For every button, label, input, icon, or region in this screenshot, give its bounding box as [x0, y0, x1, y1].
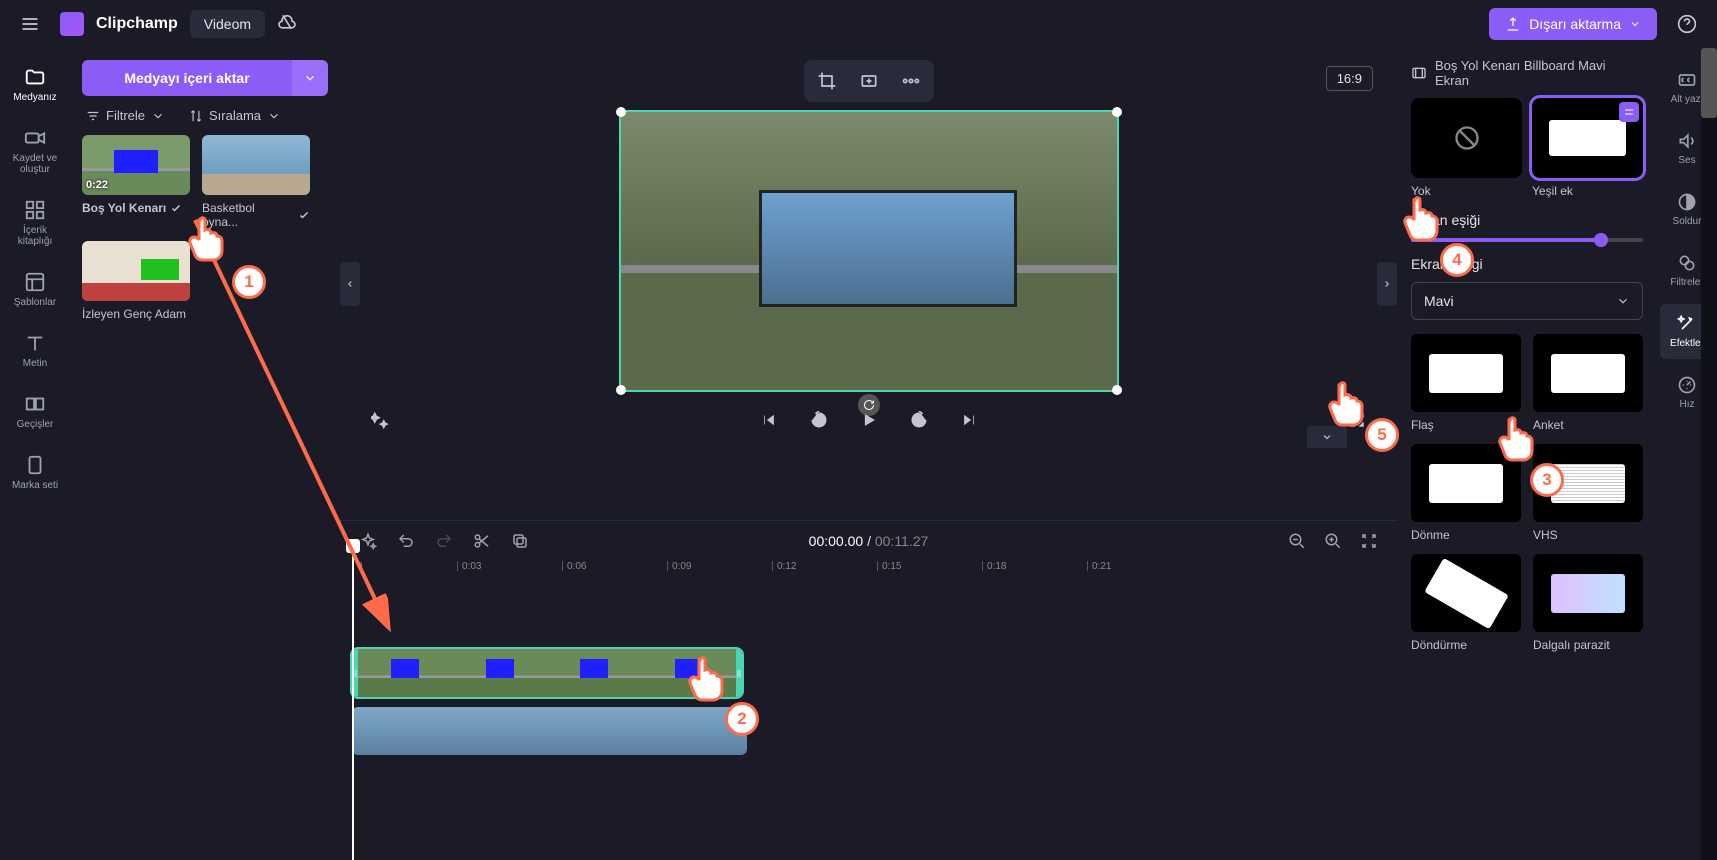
zoom-in-button[interactable] — [1321, 529, 1345, 553]
fx-spin[interactable] — [1411, 444, 1521, 522]
sidebar-item-brandkit[interactable]: Marka seti — [5, 444, 65, 501]
top-bar: Clipchamp Videom Dışarı aktarma — [0, 0, 1717, 48]
redo-button[interactable] — [432, 529, 456, 553]
skip-end-button[interactable] — [953, 404, 985, 436]
left-sidebar: Medyanız Kaydet ve oluştur İçerik kitapl… — [0, 48, 70, 860]
export-button[interactable]: Dışarı aktarma — [1489, 8, 1657, 40]
media-thumbnail[interactable]: 0:22 — [82, 135, 190, 195]
threshold-slider[interactable] — [1411, 238, 1643, 242]
sidebar-item-text[interactable]: Metin — [5, 322, 65, 379]
copy-button[interactable] — [508, 529, 532, 553]
tracks-area[interactable]: || || — [340, 587, 1397, 860]
media-thumbnail[interactable]: 0:16 — [202, 135, 310, 195]
export-label: Dışarı aktarma — [1529, 16, 1621, 32]
player-controls — [340, 392, 1397, 448]
chevron-down-icon — [1616, 294, 1630, 308]
color-label: Ekran rengi — [1411, 256, 1643, 272]
media-item[interactable]: 0:22 Boş Yol Kenarı — [82, 135, 190, 229]
effect-none-option[interactable] — [1411, 98, 1522, 178]
effect-settings-button[interactable] — [1619, 102, 1639, 122]
media-thumbnail[interactable]: 0:15 — [82, 241, 190, 301]
fx-glitch[interactable] — [1533, 554, 1643, 632]
sidebar-item-label: Marka seti — [12, 480, 58, 491]
crop-button[interactable] — [812, 66, 842, 96]
sidebar-item-record[interactable]: Kaydet ve oluştur — [5, 117, 65, 185]
resize-handle[interactable] — [616, 107, 626, 117]
forward-5-button[interactable] — [903, 404, 935, 436]
timeline-pane: 00:00.00 / 00:11.27 0 0:03 0:06 0:09 0:1… — [340, 520, 1397, 860]
collapse-left-button[interactable] — [340, 262, 360, 306]
ai-magic-button[interactable] — [364, 404, 396, 436]
screen-color-dropdown[interactable]: Mavi — [1411, 282, 1643, 320]
media-item[interactable]: 0:15 İzleyen Genç Adam — [82, 241, 190, 321]
app-brand: Clipchamp — [96, 15, 178, 33]
timeline-ruler[interactable]: 0 0:03 0:06 0:09 0:12 0:15 0:18 0:21 — [352, 561, 1397, 587]
fx-rotate[interactable] — [1411, 554, 1521, 632]
zoom-out-button[interactable] — [1285, 529, 1309, 553]
import-media-button[interactable]: Medyayı içeri aktar — [82, 60, 328, 96]
sidebar-item-library[interactable]: İçerik kitaplığı — [5, 189, 65, 257]
timeline-toolbar: 00:00.00 / 00:11.27 — [340, 521, 1397, 561]
sidebar-item-label: İçerik kitaplığı — [5, 225, 65, 247]
check-icon — [298, 209, 310, 221]
project-title[interactable]: Videom — [190, 10, 265, 38]
timeline-clip[interactable] — [352, 707, 747, 755]
effect-label: Yeşil ek — [1532, 184, 1643, 198]
media-item-name: İzleyen Genç Adam — [82, 307, 186, 321]
fit-button[interactable] — [854, 66, 884, 96]
skip-start-button[interactable] — [753, 404, 785, 436]
threshold-label: Ekran eşiği — [1411, 212, 1643, 228]
sidebar-item-templates[interactable]: Şablonlar — [5, 261, 65, 318]
timeline-time-display: 00:00.00 / 00:11.27 — [809, 533, 929, 549]
collapse-timeline-button[interactable] — [1307, 426, 1347, 448]
import-main-button[interactable]: Medyayı içeri aktar — [82, 60, 292, 96]
fx-flash[interactable] — [1411, 334, 1521, 412]
collapse-right-button[interactable] — [1377, 262, 1397, 306]
center-column: 16:9 — [340, 48, 1397, 860]
fx-vhs[interactable] — [1533, 444, 1643, 522]
scrollbar[interactable] — [1701, 48, 1717, 860]
sidebar-item-transitions[interactable]: Geçişler — [5, 383, 65, 440]
play-button[interactable] — [853, 404, 885, 436]
help-button[interactable] — [1669, 6, 1705, 42]
fit-timeline-button[interactable] — [1357, 529, 1381, 553]
effect-greenscreen-option[interactable] — [1532, 98, 1643, 178]
more-button[interactable] — [896, 66, 926, 96]
sidebar-item-media[interactable]: Medyanız — [5, 56, 65, 113]
media-item-name: Boş Yol Kenarı — [82, 201, 166, 215]
import-dropdown-button[interactable] — [292, 60, 328, 96]
split-button[interactable] — [470, 529, 494, 553]
sidebar-item-label: Kaydet ve oluştur — [5, 153, 65, 175]
sidebar-item-label: Medyanız — [13, 92, 56, 103]
media-panel: Medyayı içeri aktar Filtrele Sıralama 0:… — [70, 48, 340, 860]
check-icon — [170, 202, 182, 214]
timeline-clip[interactable]: || || — [352, 649, 742, 697]
selected-clip-title: Boş Yol Kenarı Billboard Mavi Ekran — [1435, 58, 1643, 88]
preview-canvas[interactable] — [619, 110, 1119, 392]
resize-handle[interactable] — [1112, 107, 1122, 117]
media-item[interactable]: 0:16 Basketbol oyna... — [202, 135, 310, 229]
slider-thumb[interactable] — [1594, 233, 1608, 247]
media-item-name: Basketbol oyna... — [202, 201, 294, 229]
app-logo — [60, 12, 84, 36]
playhead[interactable] — [352, 547, 354, 860]
sidebar-item-label: Metin — [23, 358, 47, 369]
scrollbar-thumb[interactable] — [1701, 48, 1717, 118]
aspect-ratio-selector[interactable]: 16:9 — [1326, 66, 1373, 91]
clip-icon — [1411, 65, 1427, 81]
sort-button[interactable]: Sıralama — [189, 108, 281, 123]
clip-handle-right[interactable]: || — [736, 649, 742, 697]
properties-panel: Boş Yol Kenarı Billboard Mavi Ekran Yok … — [1397, 48, 1657, 860]
sidebar-item-label: Şablonlar — [14, 297, 56, 308]
menu-button[interactable] — [12, 6, 48, 42]
sidebar-item-label: Geçişler — [17, 419, 54, 430]
effect-label: Yok — [1411, 184, 1522, 198]
cloud-sync-icon[interactable] — [277, 12, 297, 37]
preview-area: 16:9 — [340, 48, 1397, 520]
filter-button[interactable]: Filtrele — [86, 108, 165, 123]
preview-toolbar — [804, 60, 934, 102]
rewind-5-button[interactable] — [803, 404, 835, 436]
fx-poll[interactable] — [1533, 334, 1643, 412]
undo-button[interactable] — [394, 529, 418, 553]
